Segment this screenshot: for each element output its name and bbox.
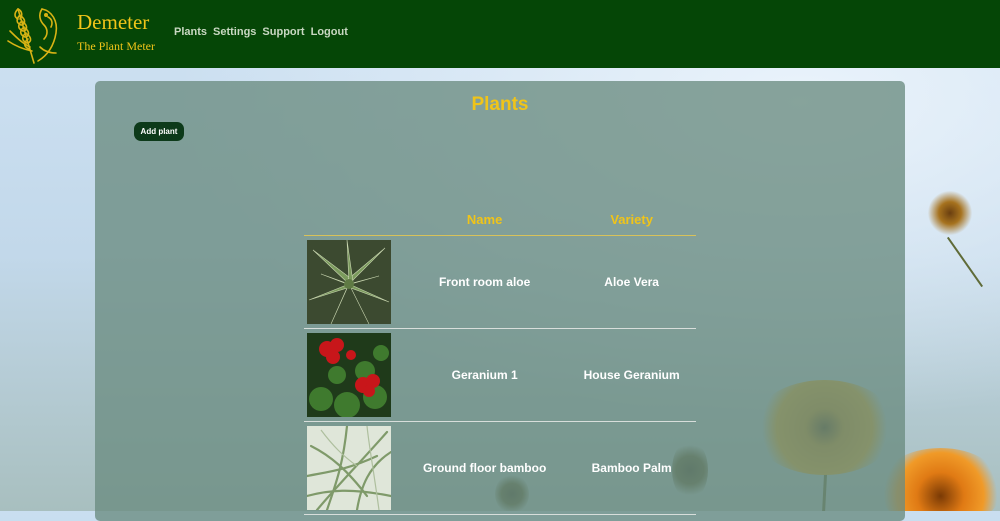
plant-variety: Bamboo Palm [567,421,696,515]
main-nav: Plants Settings Support Logout [174,26,354,38]
table-row[interactable]: Front room aloe Aloe Vera [304,235,696,329]
flower-bud [928,190,972,236]
brand-title[interactable]: Demeter [77,10,149,35]
table-row[interactable]: Geranium 1 House Geranium [304,328,696,422]
plant-name: Geranium 1 [402,328,568,422]
add-plant-button[interactable]: Add plant [134,122,184,141]
plant-variety: Aloe Vera [567,235,696,329]
column-header-image [304,203,402,236]
bamboo-palm-photo[interactable] [307,426,391,510]
aloe-photo[interactable] [307,240,391,324]
plant-image-cell [304,421,402,515]
nav-link-support[interactable]: Support [262,26,304,38]
plant-name: Ground floor bamboo [402,421,568,515]
nav-link-logout[interactable]: Logout [311,26,348,38]
plants-table: Name Variety Front room aloe Aloe Vera G… [304,203,696,515]
page-title: Plants [471,94,529,115]
nav-link-plants[interactable]: Plants [174,26,207,38]
demeter-logo-icon[interactable] [4,3,66,65]
brand-subtitle: The Plant Meter [77,39,155,53]
plant-name: Front room aloe [402,235,568,329]
table-row[interactable]: Ground floor bamboo Bamboo Palm [304,421,696,515]
column-header-variety[interactable]: Variety [567,203,696,236]
top-navbar: Demeter The Plant Meter Plants Settings … [0,0,1000,68]
nav-link-settings[interactable]: Settings [213,26,256,38]
plant-variety: House Geranium [567,328,696,422]
table-header-row: Name Variety [304,203,696,236]
column-header-name[interactable]: Name [402,203,568,236]
plant-image-cell [304,235,402,329]
plants-panel: Plants Add plant Name Variety Front room… [95,81,905,521]
geranium-photo[interactable] [307,333,391,417]
plant-image-cell [304,328,402,422]
